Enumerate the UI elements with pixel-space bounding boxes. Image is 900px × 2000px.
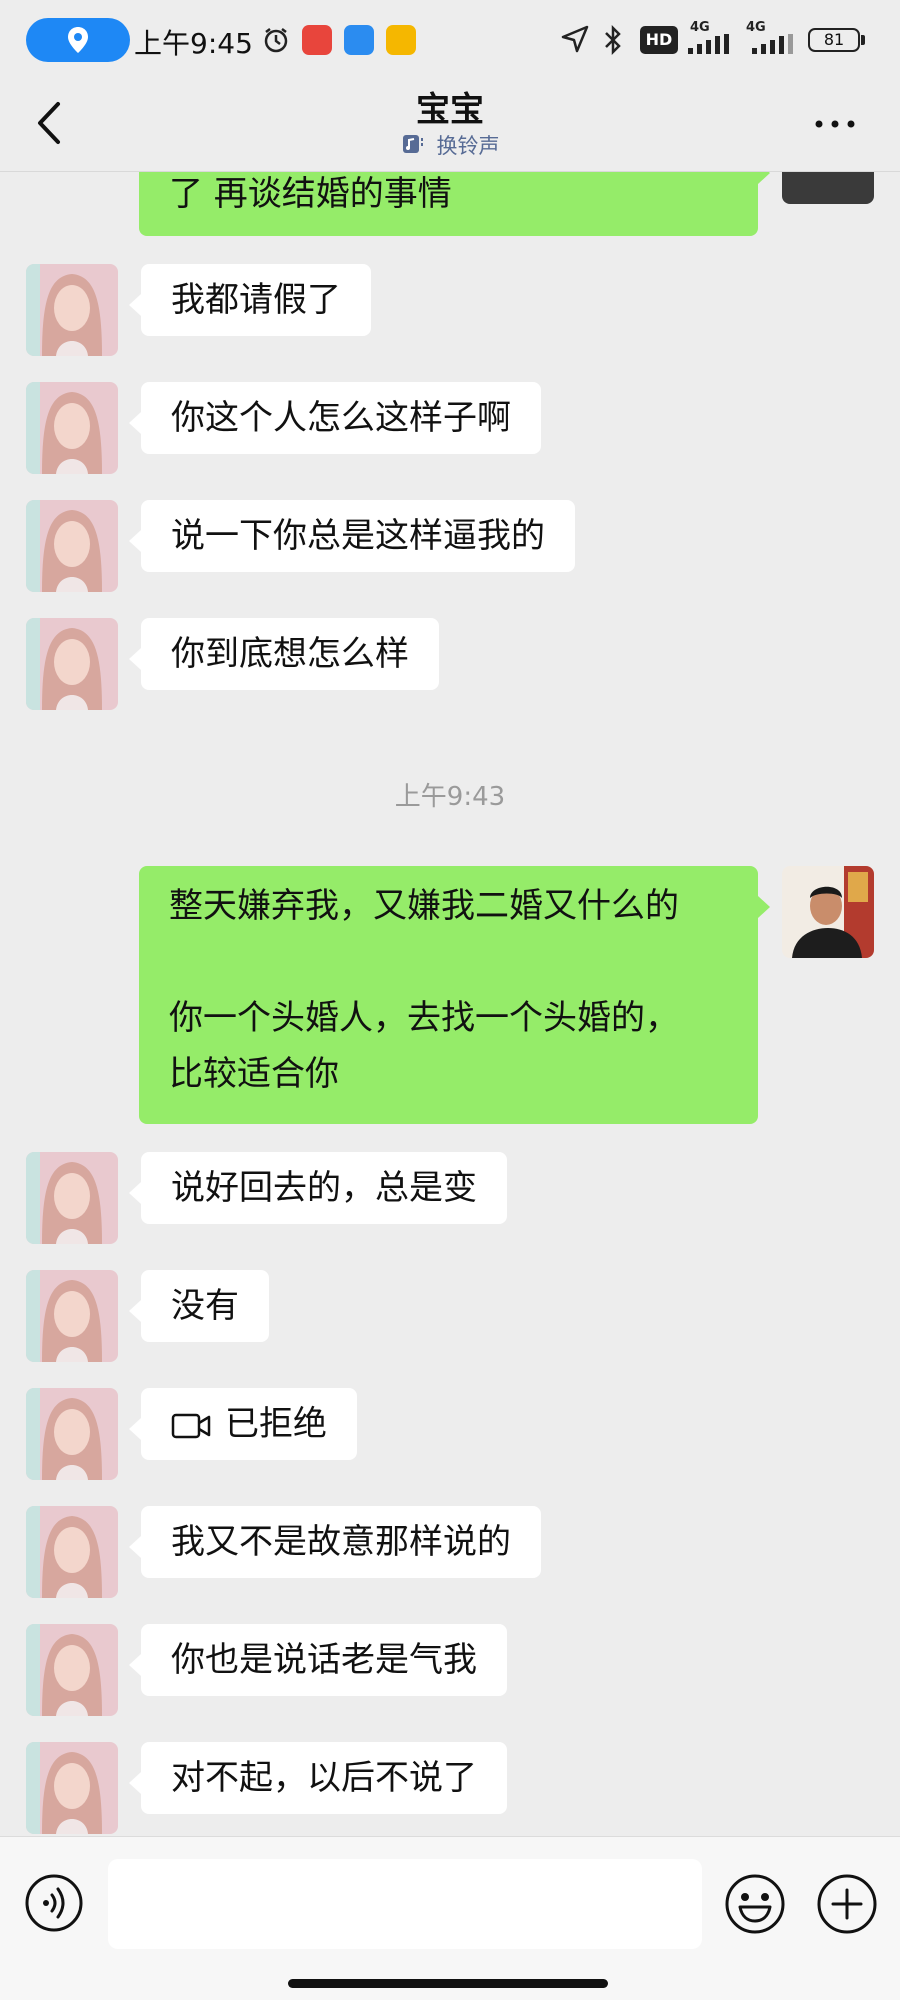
message-text-line: 比较适合你 [169,1054,339,1094]
emoji-icon[interactable] [724,1873,786,1935]
battery-indicator: 81 [808,28,860,52]
received-message[interactable]: 你这个人怎么这样子啊 [129,382,541,454]
contact-avatar[interactable] [26,1270,118,1362]
status-bar: 上午9:45 HD 4G 4G 81 [0,0,900,80]
message-text: 你也是说话老是气我 [171,1640,477,1680]
contact-avatar-photo [26,618,118,710]
battery-tip [861,35,865,45]
message-text: 我又不是故意那样说的 [171,1522,511,1562]
received-message[interactable]: 我又不是故意那样说的 [129,1506,541,1578]
message-text: 对不起，以后不说了 [171,1758,477,1798]
message-text: 没有 [171,1286,239,1326]
user-avatar[interactable] [782,866,874,958]
received-message[interactable]: 对不起，以后不说了 [129,1742,507,1814]
sent-message[interactable]: 了 再谈结婚的事情 [139,172,770,236]
status-time: 上午9:45 [134,27,253,60]
message-text: 说一下你总是这样逼我的 [171,516,545,556]
received-message[interactable]: 我都请假了 [129,264,371,336]
contact-avatar-photo [26,1624,118,1716]
signal-strength-icon [688,34,729,54]
received-message[interactable]: 你也是说话老是气我 [129,1624,507,1696]
contact-avatar[interactable] [26,1742,118,1834]
message-text-line: 整天嫌弃我，又嫌我二婚又什么的 [169,886,679,926]
received-message[interactable]: 说好回去的，总是变 [129,1152,507,1224]
message-text: 说好回去的，总是变 [171,1168,477,1208]
signal-strength-icon [752,34,793,54]
message-text: 了 再谈结婚的事情 [169,174,452,214]
chat-title: 宝宝 [416,90,484,130]
message-text-line: 你一个头婚人，去找一个头婚的， [169,998,679,1038]
contact-avatar[interactable] [26,1388,118,1480]
contact-avatar-photo [26,1388,118,1480]
user-avatar-photo [782,866,874,958]
plus-icon[interactable] [816,1873,878,1935]
ringtone-icon [402,135,423,153]
contact-avatar-photo [26,264,118,356]
contact-avatar[interactable] [26,1624,118,1716]
contact-avatar-photo [26,500,118,592]
message-list[interactable]: 了 再谈结婚的事情 我都请假了 你这个人怎么这样子啊 说一下你总是这样逼我的 你… [0,172,900,1836]
message-text: 我都请假了 [171,280,341,320]
home-indicator[interactable] [288,1979,608,1988]
app-notification-icon [386,25,416,55]
location-indicator [26,18,130,62]
change-ringtone-label: 换铃声 [436,134,500,158]
hd-voice-icon: HD [640,26,678,54]
message-text: 已拒绝 [225,1404,327,1444]
contact-avatar[interactable] [26,264,118,356]
change-ringtone-link[interactable]: 换铃声 [0,130,900,160]
sent-message[interactable]: 整天嫌弃我，又嫌我二婚又什么的 你一个头婚人，去找一个头婚的， 比较适合你 [139,866,770,1124]
app-notification-icon [302,25,332,55]
message-input[interactable] [108,1859,702,1949]
navigation-arrow-icon [561,25,589,53]
received-message[interactable]: 说一下你总是这样逼我的 [129,500,575,572]
contact-avatar-photo [26,1742,118,1834]
video-call-declined-message[interactable]: 已拒绝 [129,1388,357,1460]
contact-avatar[interactable] [26,382,118,474]
message-timestamp: 上午9:43 [394,782,506,812]
received-message[interactable]: 你到底想怎么样 [129,618,439,690]
more-dots-icon[interactable] [810,106,860,142]
contact-avatar-photo [26,1270,118,1362]
sent-avatar[interactable] [782,172,874,204]
contact-avatar[interactable] [26,618,118,710]
network-type-2: 4G [746,20,766,35]
contact-avatar[interactable] [26,500,118,592]
voice-icon[interactable] [24,1873,84,1933]
message-text: 你到底想怎么样 [171,634,409,674]
network-type-1: 4G [690,20,710,35]
alarm-icon [264,28,288,53]
contact-avatar[interactable] [26,1506,118,1598]
bluetooth-icon [605,24,621,56]
app-notification-icon [344,25,374,55]
hd-label: HD [645,30,673,49]
contact-avatar-photo [26,1152,118,1244]
chat-header: 宝宝 换铃声 [0,80,900,172]
contact-avatar[interactable] [26,1152,118,1244]
location-pin-icon [68,27,88,53]
input-bar [0,1836,900,2000]
video-camera-icon [171,1413,211,1439]
received-message[interactable]: 没有 [129,1270,269,1342]
contact-avatar-photo [26,382,118,474]
contact-avatar-photo [26,1506,118,1598]
message-text: 你这个人怎么这样子啊 [171,398,511,438]
